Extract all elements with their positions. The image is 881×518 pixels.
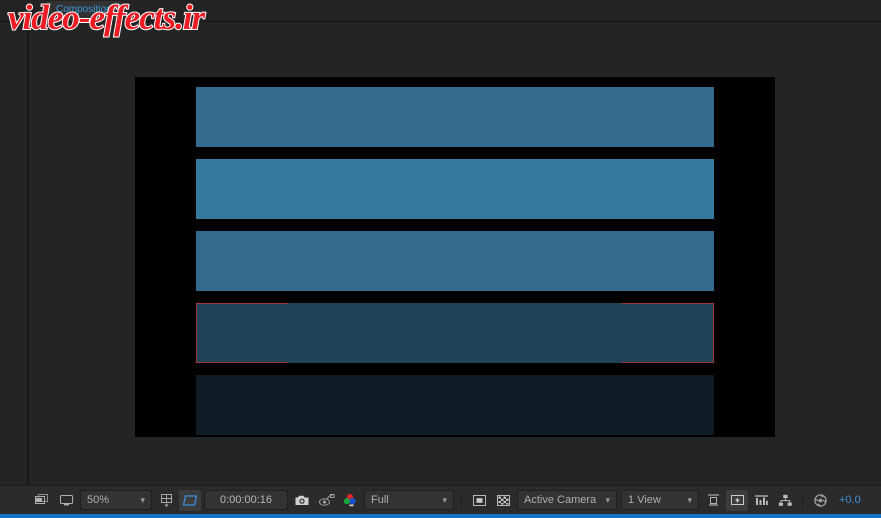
chevron-down-icon: ▾ — [605, 494, 610, 505]
timeline-icon[interactable] — [750, 490, 772, 511]
toolbar-separator — [802, 491, 803, 509]
show-snapshot-icon[interactable] — [315, 490, 337, 511]
take-snapshot-icon[interactable] — [291, 490, 313, 511]
always-preview-this-view-icon[interactable] — [31, 490, 53, 511]
fast-previews-icon[interactable] — [726, 489, 748, 511]
tab-composition[interactable]: Composition — [47, 1, 121, 21]
active-panel-indicator — [0, 514, 881, 518]
toggle-mask-overlay-icon[interactable] — [468, 490, 490, 511]
toggle-mask-paths-icon[interactable] — [155, 490, 177, 511]
comp-layer-bar-3[interactable] — [196, 231, 714, 291]
exposure-value[interactable]: +0.0 — [839, 494, 861, 506]
chevron-down-icon: ▾ — [687, 494, 692, 505]
zoom-value: 50% — [87, 494, 110, 506]
panel-tab-strip: Composition — [0, 0, 881, 22]
composition-frame[interactable] — [135, 77, 775, 437]
composition-viewer-area[interactable] — [29, 22, 881, 485]
resolution-select[interactable]: Full ▾ — [364, 490, 454, 510]
zoom-select[interactable]: 50% ▾ — [80, 490, 152, 510]
views-value: 1 View — [628, 494, 661, 506]
toggle-transparency-grid-icon[interactable] — [492, 490, 514, 511]
toolbar-left-pad — [0, 486, 30, 514]
show-channel-icon[interactable] — [339, 490, 361, 511]
resolution-value: Full — [371, 494, 389, 506]
views-select[interactable]: 1 View ▾ — [621, 490, 699, 510]
comp-layer-bar-5[interactable] — [196, 375, 714, 435]
reset-exposure-icon[interactable] — [809, 490, 831, 511]
main-viewer-icon[interactable] — [55, 490, 77, 511]
flowchart-icon[interactable] — [774, 490, 796, 511]
current-time-field[interactable]: 0:00:00:16 — [204, 490, 288, 510]
viewer-toolbar[interactable]: 50% ▾ 0:00:00:16 Full ▾ Active Camera ▾ … — [0, 485, 881, 514]
toolbar-separator — [461, 491, 462, 509]
comp-layer-bar-1[interactable] — [196, 87, 714, 147]
left-rail — [0, 22, 27, 485]
camera-value: Active Camera — [524, 494, 597, 506]
toggle-transparency-icon[interactable] — [702, 490, 724, 511]
camera-select[interactable]: Active Camera ▾ — [517, 490, 617, 510]
chevron-down-icon: ▾ — [140, 494, 145, 505]
region-of-interest-icon[interactable] — [179, 489, 201, 511]
comp-layer-bar-2[interactable] — [196, 159, 714, 219]
chevron-down-icon: ▾ — [442, 494, 447, 505]
comp-layer-bar-4[interactable] — [196, 303, 714, 363]
